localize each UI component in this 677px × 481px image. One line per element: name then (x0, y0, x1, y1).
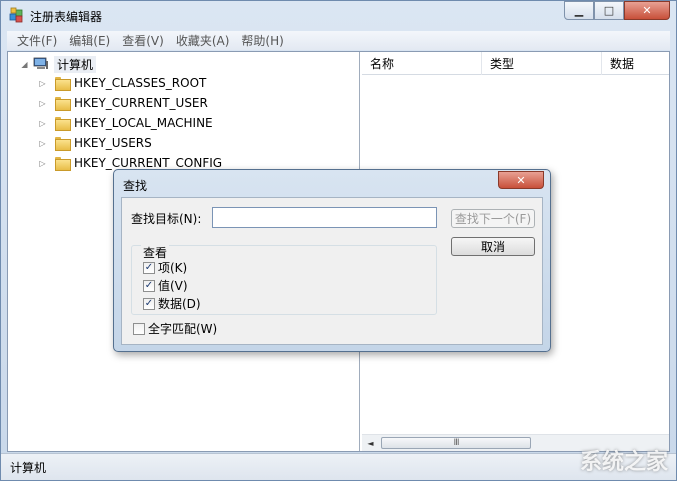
scroll-thumb[interactable]: III (381, 437, 531, 449)
option-keys[interactable]: ✓ 项(K) (143, 260, 187, 275)
data-checkbox[interactable]: ✓ (143, 297, 155, 310)
computer-icon (33, 57, 48, 69)
keys-checkbox[interactable]: ✓ (143, 261, 155, 274)
list-header: 名称 类型 数据 (362, 52, 669, 75)
tree-item[interactable]: ▷ HKEY_USERS (38, 134, 152, 152)
folder-icon (55, 97, 71, 111)
menu-favorites[interactable]: 收藏夹(A) (170, 32, 236, 49)
folder-icon (55, 117, 71, 131)
dialog-title: 查找 (123, 179, 148, 193)
data-label: 数据(D) (158, 297, 201, 311)
menu-edit[interactable]: 编辑(E) (63, 32, 116, 49)
column-data[interactable]: 数据 (602, 52, 669, 75)
tree-item-label: HKEY_CLASSES_ROOT (74, 76, 207, 90)
window-controls: ▁ □ ✕ (564, 1, 670, 21)
status-text: 计算机 (10, 460, 47, 475)
scroll-left-icon[interactable]: ◄ (362, 435, 379, 452)
tree-item-label: HKEY_CURRENT_CONFIG (74, 156, 223, 170)
expand-icon[interactable]: ▷ (38, 159, 47, 168)
column-type[interactable]: 类型 (482, 52, 602, 75)
find-what-label: 查找目标(N): (131, 212, 202, 226)
tree-item[interactable]: ▷ HKEY_CURRENT_USER (38, 94, 208, 112)
values-checkbox[interactable]: ✓ (143, 279, 155, 292)
match-whole-label: 全字匹配(W) (148, 322, 218, 336)
maximize-button[interactable]: □ (594, 1, 624, 20)
dialog-close-button[interactable]: ✕ (498, 171, 544, 189)
match-whole-checkbox[interactable] (133, 322, 145, 335)
menu-file[interactable]: 文件(F) (11, 32, 63, 49)
values-label: 值(V) (158, 279, 188, 293)
cancel-button[interactable]: 取消 (451, 237, 535, 256)
tree-item[interactable]: ▷ HKEY_LOCAL_MACHINE (38, 114, 213, 132)
column-name[interactable]: 名称 (362, 52, 482, 75)
expand-icon[interactable]: ▷ (38, 99, 47, 108)
menu-bar: 文件(F) 编辑(E) 查看(V) 收藏夹(A) 帮助(H) (7, 31, 670, 50)
menu-view[interactable]: 查看(V) (116, 32, 170, 49)
find-dialog: 查找 ✕ 查找目标(N): 查找下一个(F) 取消 查看 ✓ 项(K) ✓ 值(… (113, 169, 551, 352)
window-title: 注册表编辑器 (30, 10, 103, 24)
tree-item-label: HKEY_USERS (74, 136, 152, 150)
dialog-body: 查找目标(N): 查找下一个(F) 取消 查看 ✓ 项(K) ✓ 值(V) ✓ … (121, 197, 543, 345)
tree-item-label: HKEY_CURRENT_USER (74, 96, 208, 110)
look-at-group: 查看 ✓ 项(K) ✓ 值(V) ✓ 数据(D) (131, 244, 437, 315)
minimize-button[interactable]: ▁ (564, 1, 594, 20)
menu-help[interactable]: 帮助(H) (235, 32, 289, 49)
expand-icon[interactable]: ▷ (38, 139, 47, 148)
tree-item-label: HKEY_LOCAL_MACHINE (74, 116, 213, 130)
watermark-logo: 系统之家 (579, 450, 668, 475)
close-button[interactable]: ✕ (624, 1, 670, 20)
match-whole-string[interactable]: 全字匹配(W) (133, 321, 217, 336)
tree-root-label: 计算机 (54, 55, 97, 73)
regedit-app-icon (9, 7, 23, 23)
folder-icon (55, 137, 71, 151)
tree-item[interactable]: ▷ HKEY_CLASSES_ROOT (38, 74, 206, 92)
expand-icon[interactable]: ▷ (38, 119, 47, 128)
expand-icon[interactable]: ▷ (38, 79, 47, 88)
title-bar: 注册表编辑器 ▁ □ ✕ (1, 1, 676, 31)
find-next-button[interactable]: 查找下一个(F) (451, 209, 535, 228)
tree-root[interactable]: ◢ 计算机 (20, 55, 97, 73)
option-data[interactable]: ✓ 数据(D) (143, 296, 201, 311)
collapse-icon[interactable]: ◢ (20, 60, 29, 69)
folder-icon (55, 157, 71, 171)
find-what-input[interactable] (212, 207, 437, 228)
status-bar: 计算机 系统之家 (1, 450, 676, 480)
option-values[interactable]: ✓ 值(V) (143, 278, 188, 293)
keys-label: 项(K) (158, 261, 188, 275)
folder-icon (55, 77, 71, 91)
